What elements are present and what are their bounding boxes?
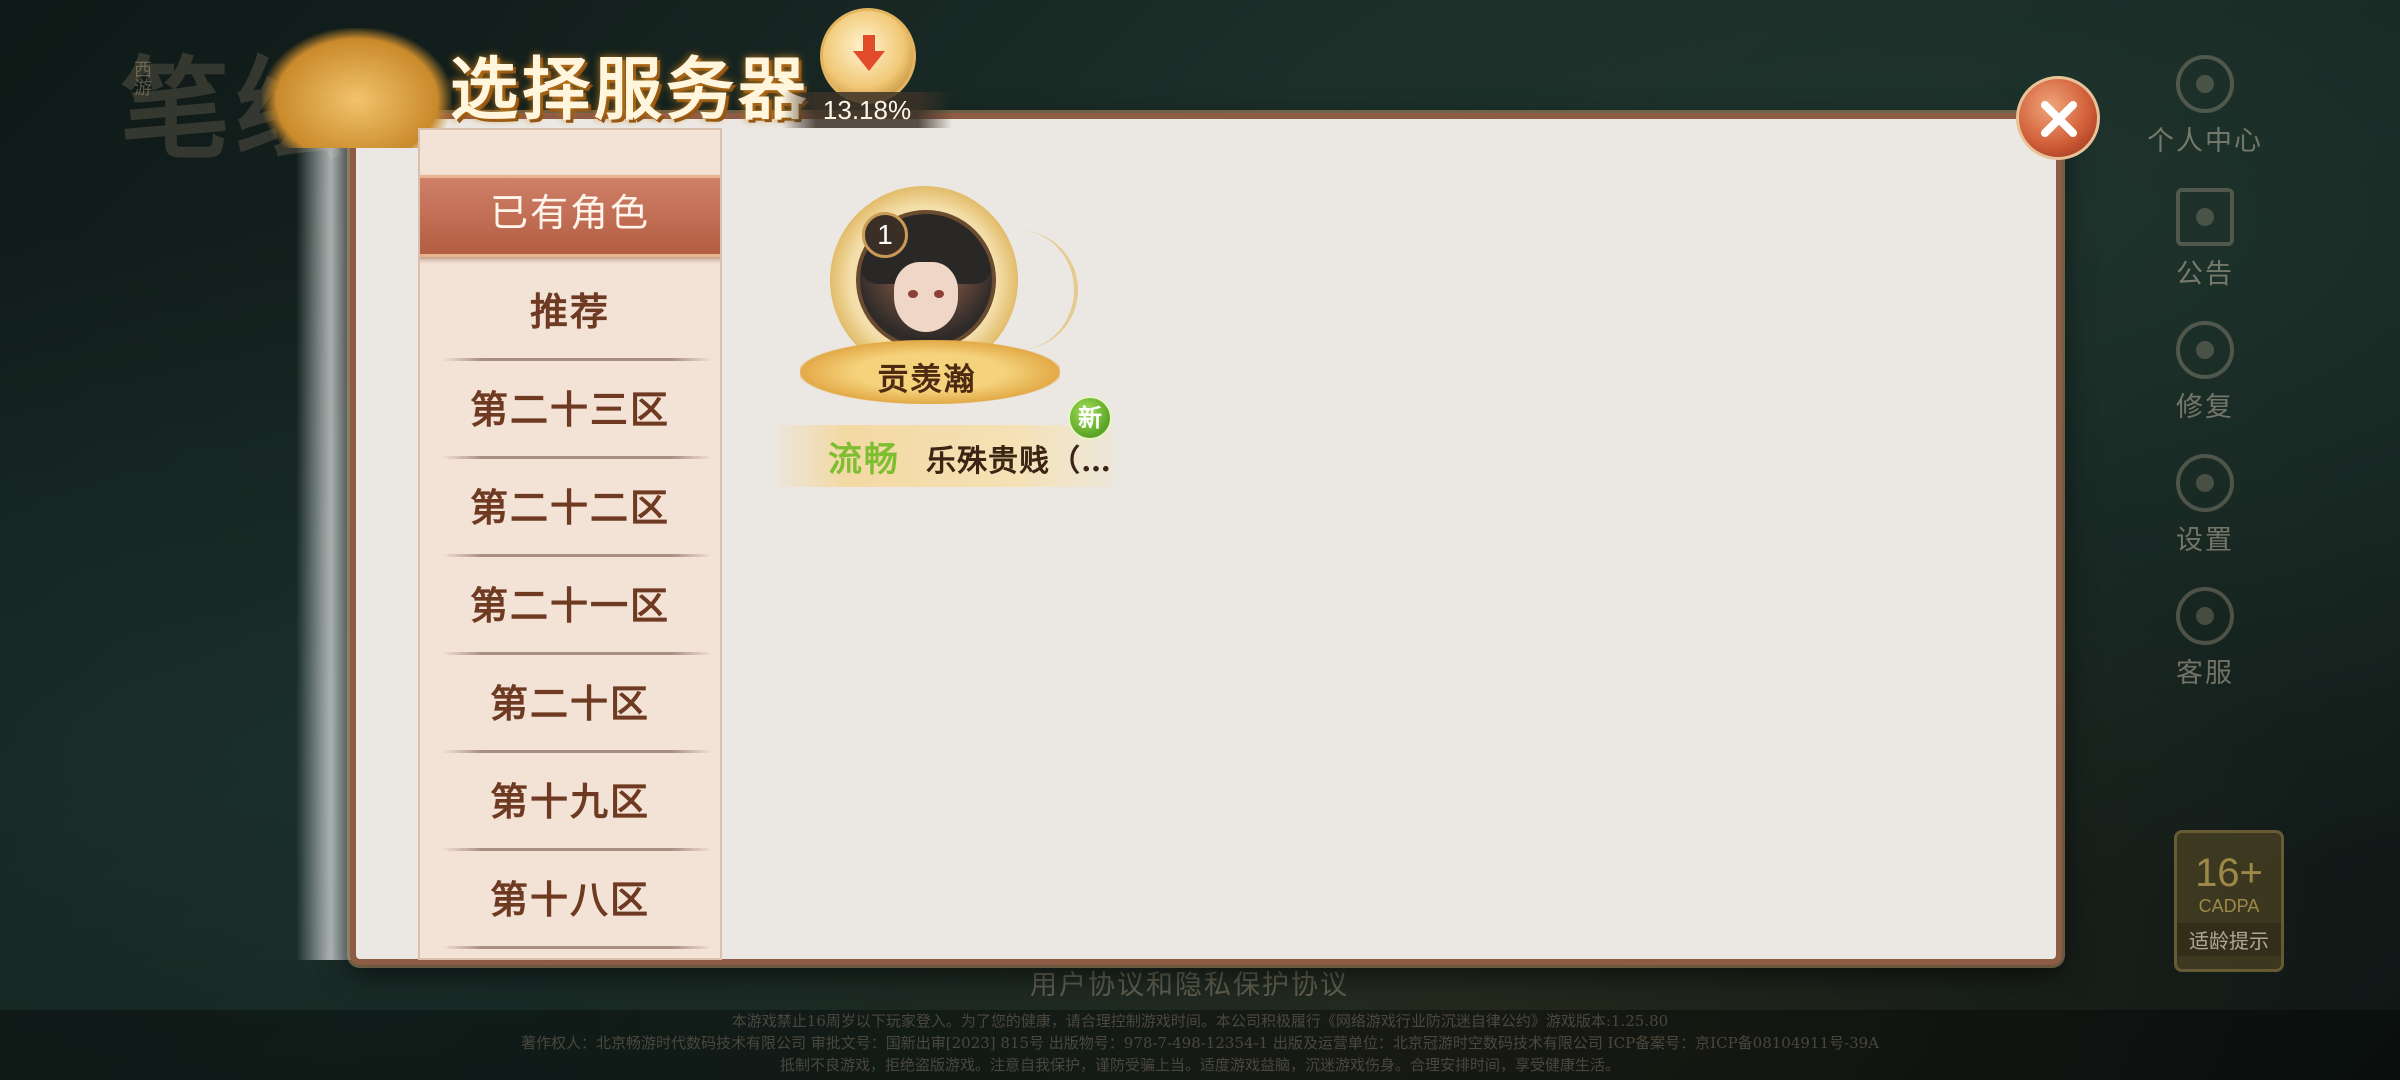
server-tab-zone-19[interactable]: 第十九区 — [420, 753, 720, 851]
server-tab-label: 第二十区 — [489, 681, 650, 726]
character-level-badge: 1 — [862, 212, 908, 258]
character-name: 贡羡瀚 — [877, 362, 977, 398]
side-item-repair[interactable]: 修复 — [2130, 321, 2280, 454]
customer-service-icon — [2176, 587, 2234, 645]
repair-icon — [2176, 321, 2234, 379]
server-tab-zone-23[interactable]: 第二十三区 — [420, 361, 720, 459]
footer-line: 抵制不良游戏，拒绝盗版游戏。注意自我保护，谨防受骗上当。适度游戏益脑，沉迷游戏伤… — [779, 1056, 1620, 1074]
footer-line: 本游戏禁止16周岁以下玩家登入。为了您的健康，请合理控制游戏时间。本公司积极履行… — [731, 1012, 1669, 1030]
server-tab-label: 第十八区 — [489, 877, 650, 922]
age-rating-value: 16+ — [2195, 851, 2263, 895]
server-tab-label: 已有角色 — [489, 191, 650, 235]
server-tab-label: 推荐 — [529, 289, 610, 334]
server-category-list: 已有角色 推荐 第二十三区 第二十二区 第二十一区 第二十区 第十九区 第十八区 — [418, 128, 722, 960]
server-tab-label: 第二十三区 — [469, 387, 670, 432]
footer-line: 著作权人：北京畅游时代数码技术有限公司 审批文号：国新出审[2023] 815号… — [520, 1034, 1880, 1052]
side-item-settings[interactable]: 设置 — [2130, 454, 2280, 587]
server-tab-zone-20[interactable]: 第二十区 — [420, 655, 720, 753]
server-tab-existing-roles[interactable]: 已有角色 — [420, 175, 720, 257]
close-button[interactable] — [2016, 76, 2100, 160]
settings-gear-icon — [2176, 454, 2234, 512]
side-item-label: 修复 — [2176, 392, 2234, 423]
server-tab-zone-21[interactable]: 第二十一区 — [420, 557, 720, 655]
server-tab-zone-18[interactable]: 第十八区 — [420, 851, 720, 949]
download-progress-text: 13.18% — [782, 92, 952, 128]
server-tab-recommended[interactable]: 推荐 — [420, 263, 720, 361]
age-rating-org: CADPA — [2198, 896, 2260, 916]
server-tab-label: 第二十一区 — [469, 583, 670, 628]
download-button[interactable] — [820, 8, 916, 104]
agreement-link[interactable]: 用户协议和隐私保护协议 — [1030, 963, 1349, 1002]
side-item-label: 个人中心 — [2147, 126, 2263, 157]
side-item-label: 客服 — [2176, 658, 2234, 689]
side-item-announcement[interactable]: 公告 — [2130, 188, 2280, 321]
server-tab-label: 第十九区 — [489, 779, 650, 824]
server-status: 流畅 — [828, 440, 900, 480]
new-server-badge: 新 — [1068, 396, 1112, 440]
side-item-customer-service[interactable]: 客服 — [2130, 587, 2280, 720]
side-item-label: 公告 — [2176, 259, 2234, 290]
side-item-label: 设置 — [2176, 525, 2234, 556]
user-center-icon — [2176, 55, 2234, 113]
character-server-name: 乐殊贵贱（… — [926, 444, 1112, 479]
server-tab-label: 第二十二区 — [469, 485, 670, 530]
age-rating-tip: 适龄提示 — [2177, 923, 2281, 956]
side-item-user-center[interactable]: 个人中心 — [2130, 55, 2280, 188]
age-rating-badge[interactable]: 16+ CADPA 适龄提示 — [2174, 830, 2284, 972]
close-icon — [2041, 101, 2077, 137]
download-arrow-icon — [853, 35, 885, 71]
footer-disclaimer: 本游戏禁止16周岁以下玩家登入。为了您的健康，请合理控制游戏时间。本公司积极履行… — [0, 1010, 2400, 1080]
side-menu: 个人中心 公告 修复 设置 客服 — [2130, 55, 2280, 720]
background-logo-small: 西游 — [131, 60, 152, 96]
server-tab-zone-22[interactable]: 第二十二区 — [420, 459, 720, 557]
dialog-title: 选择服务器 — [450, 50, 811, 130]
announcement-icon — [2176, 188, 2234, 246]
card-wisp-decoration — [1014, 230, 1078, 350]
